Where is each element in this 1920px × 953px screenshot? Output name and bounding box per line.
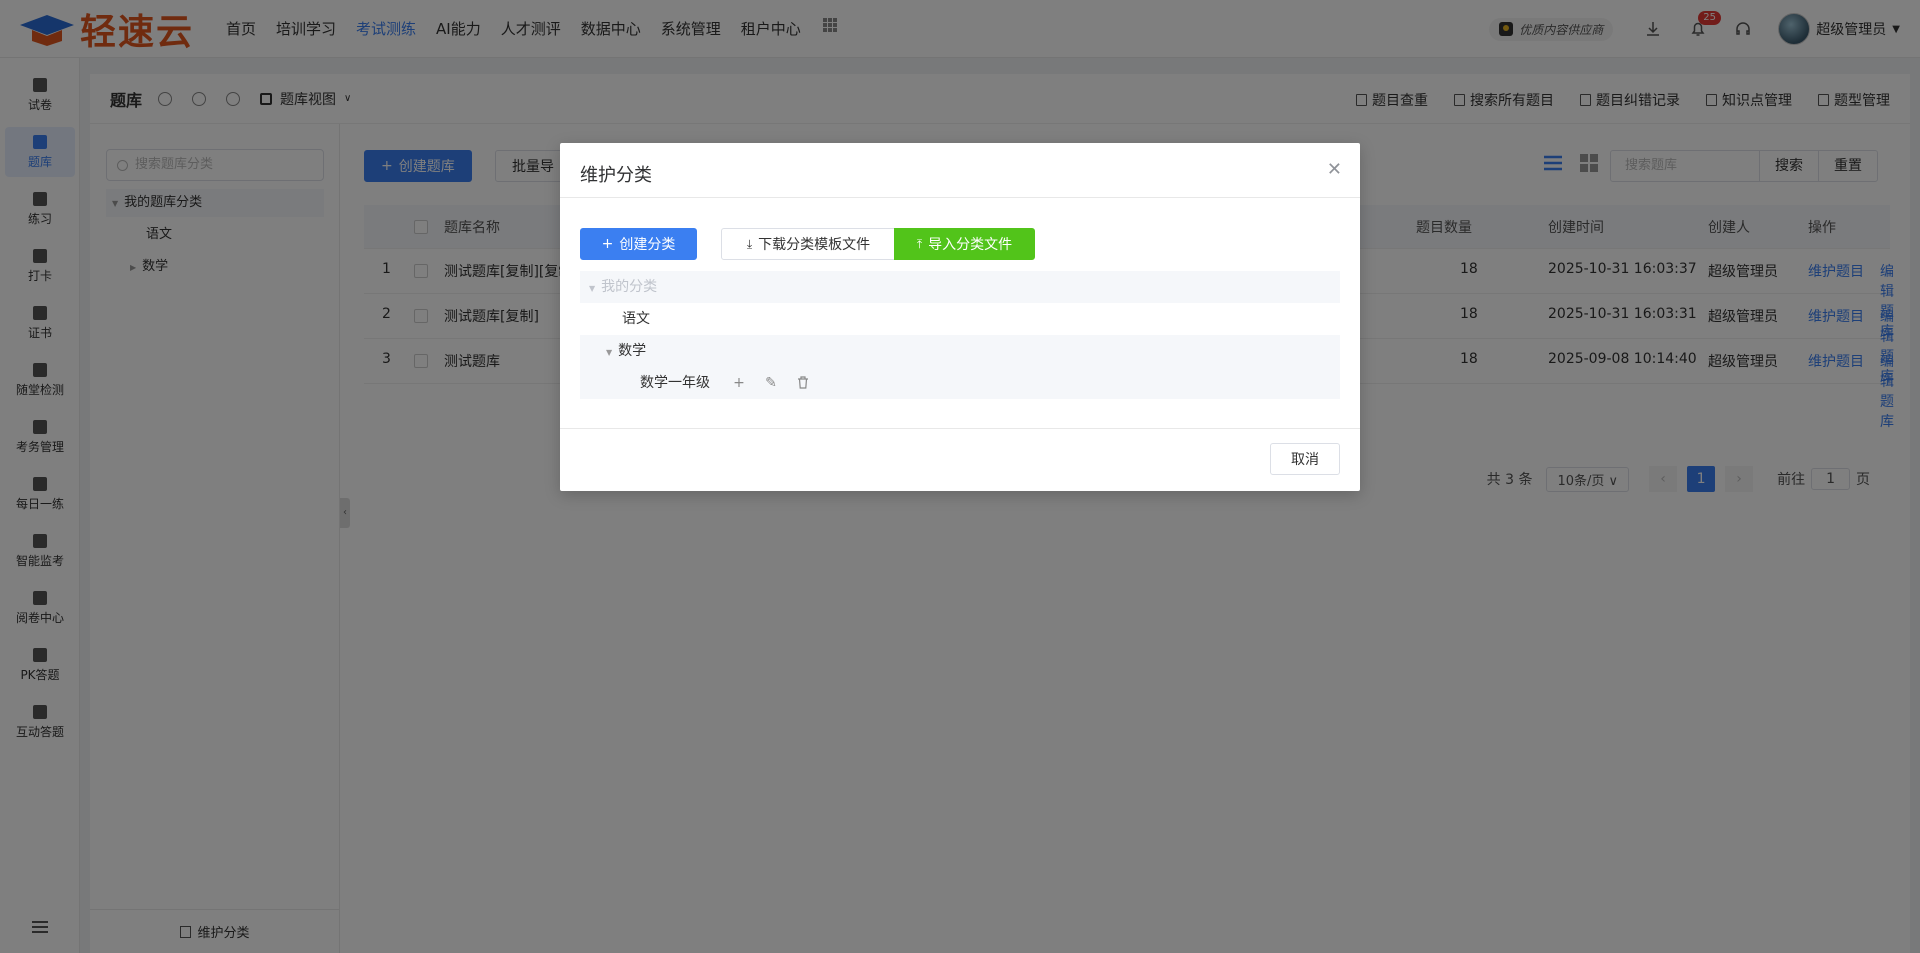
close-icon[interactable]: ✕: [1327, 159, 1342, 180]
category-item-label: 数学一年级: [640, 375, 710, 391]
caret-down-icon: ▼: [589, 284, 596, 293]
maintain-category-dialog: 维护分类 ✕ + 创建分类 ⤓ 下载分类模板文件 ⤒ 导入分类文件 ▼ 我的分类 语文 …: [560, 143, 1360, 491]
dialog-footer: 取消: [560, 428, 1360, 491]
cancel-button[interactable]: 取消: [1270, 443, 1340, 475]
download-template-button[interactable]: ⤓ 下载分类模板文件: [721, 228, 896, 260]
dialog-header: 维护分类 ✕: [560, 143, 1360, 198]
add-subcategory-icon[interactable]: +: [732, 376, 746, 390]
category-item-label: 数学: [618, 343, 647, 359]
category-tree: ▼ 我的分类 语文 ▼ 数学 数学一年级 + ✎: [580, 271, 1340, 399]
import-category-button[interactable]: ⤒ 导入分类文件: [894, 228, 1035, 260]
plus-icon: +: [601, 236, 614, 252]
category-item-math[interactable]: ▼ 数学: [580, 335, 1340, 367]
import-category-label: 导入分类文件: [928, 237, 1013, 253]
edit-icon[interactable]: ✎: [764, 376, 778, 390]
caret-down-icon: ▼: [606, 348, 613, 357]
category-item-math-grade1[interactable]: 数学一年级 + ✎: [580, 367, 1340, 399]
category-item-chinese[interactable]: 语文: [580, 303, 1340, 335]
category-root-label: 我的分类: [601, 279, 658, 295]
upload-icon: ⤒: [916, 236, 923, 251]
download-template-label: 下载分类模板文件: [758, 237, 871, 253]
dialog-body: + 创建分类 ⤓ 下载分类模板文件 ⤒ 导入分类文件 ▼ 我的分类 语文 ▼ 数学 数学一…: [560, 198, 1360, 428]
category-item-label: 语文: [622, 311, 650, 327]
create-category-label: 创建分类: [619, 237, 676, 253]
download-icon: ⤓: [746, 236, 753, 251]
create-category-button[interactable]: + 创建分类: [580, 228, 697, 260]
trash-icon[interactable]: [796, 376, 810, 390]
category-root[interactable]: ▼ 我的分类: [580, 271, 1340, 303]
dialog-title: 维护分类: [580, 165, 652, 186]
